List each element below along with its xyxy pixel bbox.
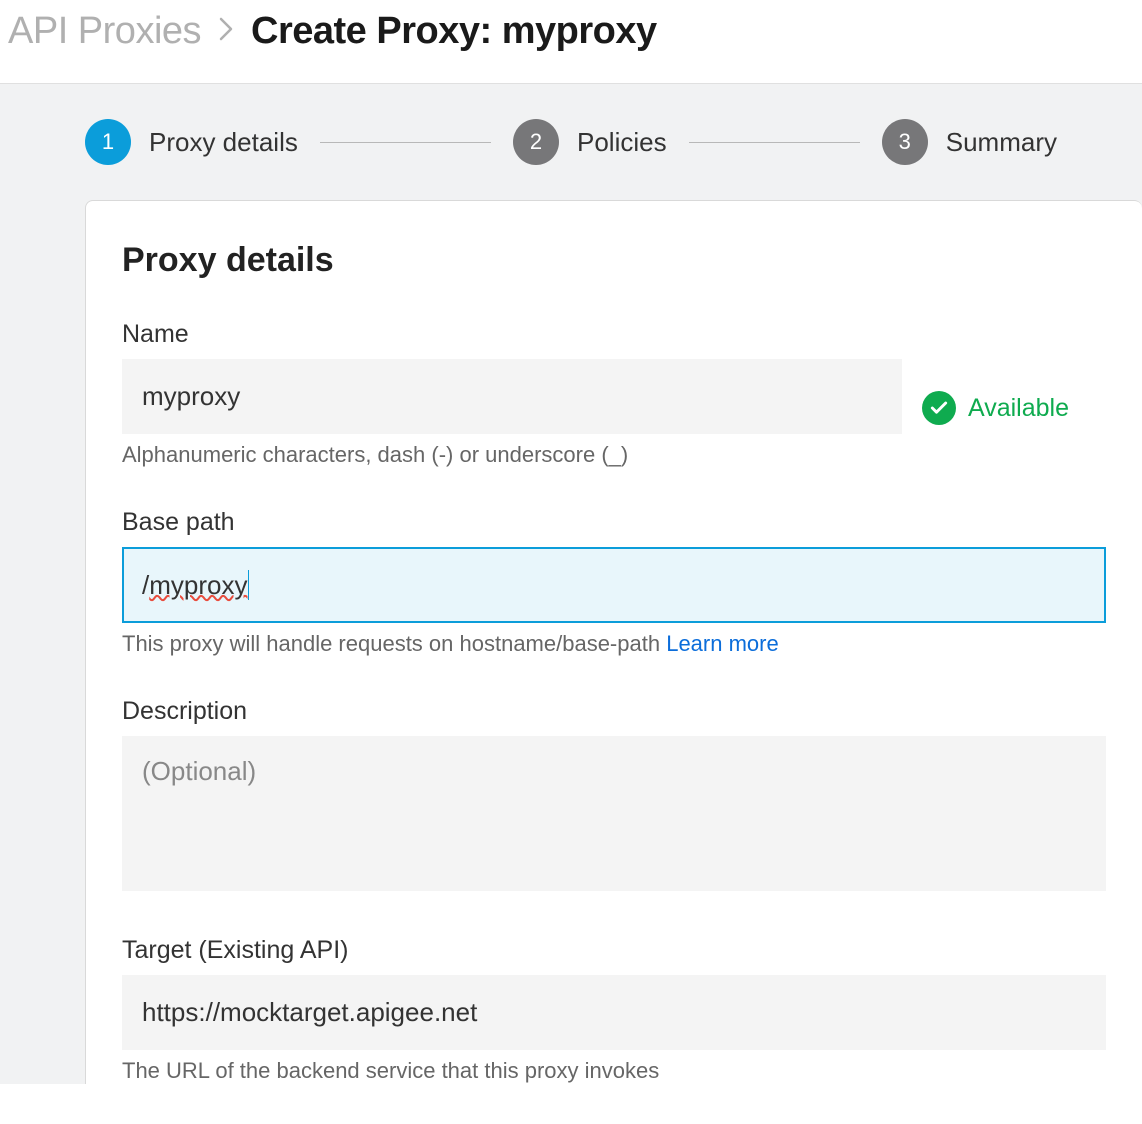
- step-policies[interactable]: 2 Policies: [513, 119, 667, 165]
- step-label: Policies: [577, 127, 667, 158]
- target-helper: The URL of the backend service that this…: [122, 1058, 1106, 1084]
- step-connector: [320, 142, 491, 143]
- basepath-label: Base path: [122, 508, 1106, 537]
- description-label: Description: [122, 697, 1106, 726]
- name-label: Name: [122, 320, 902, 349]
- target-input[interactable]: [122, 975, 1106, 1050]
- name-input[interactable]: [122, 359, 902, 434]
- breadcrumb-parent[interactable]: API Proxies: [8, 10, 201, 53]
- step-connector: [689, 142, 860, 143]
- field-description: Description: [122, 697, 1106, 896]
- chevron-right-icon: [219, 15, 233, 49]
- section-title: Proxy details: [122, 241, 1106, 280]
- name-helper: Alphanumeric characters, dash (-) or und…: [122, 442, 902, 468]
- basepath-helper: This proxy will handle requests on hostn…: [122, 631, 1106, 657]
- description-input[interactable]: [122, 736, 1106, 891]
- step-summary[interactable]: 3 Summary: [882, 119, 1057, 165]
- target-label: Target (Existing API): [122, 936, 1106, 965]
- step-label: Proxy details: [149, 127, 298, 158]
- learn-more-link[interactable]: Learn more: [666, 631, 779, 656]
- basepath-value-prefix: /: [142, 570, 149, 601]
- field-target: Target (Existing API) The URL of the bac…: [122, 936, 1106, 1084]
- availability-text: Available: [968, 394, 1069, 423]
- step-number: 2: [513, 119, 559, 165]
- availability-badge: Available: [922, 391, 1069, 425]
- text-cursor: [248, 570, 249, 600]
- basepath-input[interactable]: /myproxy: [122, 547, 1106, 623]
- field-name: Name Alphanumeric characters, dash (-) o…: [122, 320, 1106, 468]
- breadcrumb-current: Create Proxy: myproxy: [251, 10, 657, 53]
- basepath-value-word: myproxy: [149, 570, 247, 601]
- form-card: Proxy details Name Alphanumeric characte…: [85, 200, 1142, 1084]
- step-label: Summary: [946, 127, 1057, 158]
- field-basepath: Base path /myproxy This proxy will handl…: [122, 508, 1106, 657]
- step-proxy-details[interactable]: 1 Proxy details: [85, 119, 298, 165]
- checkmark-icon: [922, 391, 956, 425]
- wizard-stepper: 1 Proxy details 2 Policies 3 Summary: [0, 119, 1142, 200]
- step-number: 3: [882, 119, 928, 165]
- breadcrumb: API Proxies Create Proxy: myproxy: [0, 0, 1142, 84]
- step-number: 1: [85, 119, 131, 165]
